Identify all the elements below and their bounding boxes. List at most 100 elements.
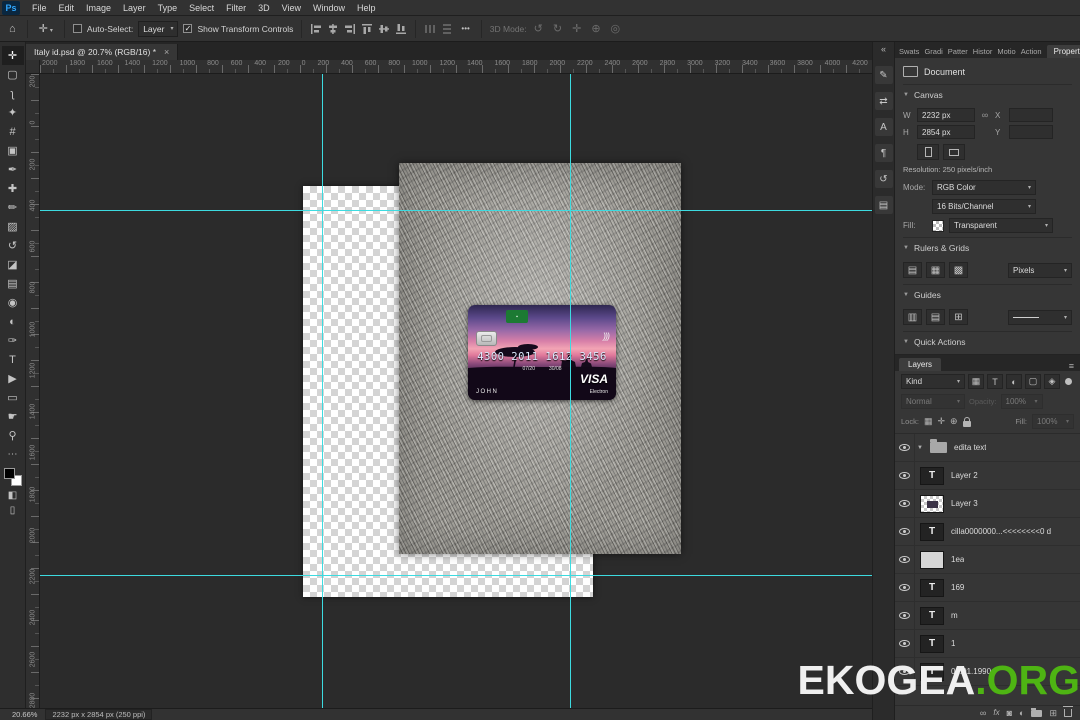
align-left-icon[interactable] xyxy=(310,23,322,35)
tool-button[interactable]: ◉ xyxy=(2,293,24,312)
menu-item[interactable]: Layer xyxy=(117,0,152,16)
show-transform-checkbox[interactable]: ✓ xyxy=(183,24,193,33)
new-group-icon[interactable] xyxy=(1031,707,1043,717)
canvas-viewport[interactable]: ▪ ))) 4300 2011 1612 3456 07/20 30/08 JOH… xyxy=(40,74,872,708)
panel-tab[interactable]: Swats xyxy=(899,47,919,58)
lock-image-icon[interactable]: ✛ xyxy=(937,416,945,427)
close-icon[interactable]: × xyxy=(164,47,169,57)
edit-toolbar-icon[interactable]: ⋯ xyxy=(8,449,18,460)
layer-row[interactable]: ▼ T 1ea xyxy=(895,546,1080,574)
tool-button[interactable]: ✦ xyxy=(2,103,24,122)
tool-button[interactable]: ⚲ xyxy=(2,426,24,445)
auto-select-checkbox[interactable] xyxy=(72,24,82,33)
menu-item[interactable]: File xyxy=(26,0,53,16)
distribute-h-icon[interactable] xyxy=(424,23,436,35)
distribute-v-icon[interactable] xyxy=(441,23,453,35)
layer-row[interactable]: ▼ T 1 xyxy=(895,630,1080,658)
tool-button[interactable]: ✒ xyxy=(2,160,24,179)
collapse-panels-icon[interactable]: « xyxy=(881,44,886,58)
link-dimensions-icon[interactable]: ∞ xyxy=(979,110,991,120)
color-mode-dropdown[interactable]: RGB Color ▾ xyxy=(932,180,1036,195)
ruler-units-dropdown[interactable]: Pixels ▾ xyxy=(1008,262,1072,278)
toggle-guides-icon[interactable]: ▥ xyxy=(903,309,922,325)
visibility-toggle[interactable] xyxy=(895,518,915,545)
layer-row[interactable]: ▼ T cilla0000000...<<<<<<<<0 d xyxy=(895,518,1080,546)
x-field[interactable] xyxy=(1009,108,1053,122)
foreground-color-swatch[interactable] xyxy=(3,468,15,479)
canvas-section-header[interactable]: ▼ Canvas xyxy=(903,84,1072,105)
visibility-toggle[interactable] xyxy=(895,658,915,685)
tool-button[interactable]: ▤ xyxy=(2,274,24,293)
tool-button[interactable]: ✑ xyxy=(2,331,24,350)
photoshop-logo-icon[interactable]: Ps xyxy=(2,0,20,15)
3d-orbit-icon[interactable]: ↺ xyxy=(531,22,546,35)
lock-guides-icon[interactable]: ▤ xyxy=(926,309,945,325)
tool-button[interactable]: ▶ xyxy=(2,369,24,388)
align-top-icon[interactable] xyxy=(361,23,373,35)
more-options-icon[interactable]: ••• xyxy=(458,24,472,33)
panel-icon[interactable]: ▤ xyxy=(874,196,893,214)
canvas-fill-dropdown[interactable]: Transparent ▾ xyxy=(949,218,1053,233)
tool-button[interactable]: ʅ xyxy=(2,84,24,103)
menu-item[interactable]: View xyxy=(276,0,307,16)
visibility-toggle[interactable] xyxy=(895,490,915,517)
tool-button[interactable]: ◪ xyxy=(2,255,24,274)
rulers-grids-section-header[interactable]: ▼ Rulers & Grids xyxy=(903,237,1072,258)
tool-button[interactable]: ▢ xyxy=(2,65,24,84)
tool-button[interactable]: T xyxy=(2,350,24,369)
fill-field[interactable]: 100% ▾ xyxy=(1032,414,1074,429)
align-center-h-icon[interactable] xyxy=(327,23,339,35)
tool-button[interactable]: ✚ xyxy=(2,179,24,198)
layer-filter-kind-dropdown[interactable]: Kind ▾ xyxy=(901,374,965,389)
guide-vertical-2[interactable] xyxy=(570,74,571,708)
tool-button[interactable]: # xyxy=(2,122,24,141)
menu-item[interactable]: Window xyxy=(307,0,351,16)
tool-button[interactable]: ✏ xyxy=(2,198,24,217)
align-bottom-icon[interactable] xyxy=(395,23,407,35)
panel-icon[interactable]: ↺ xyxy=(874,170,893,188)
y-field[interactable] xyxy=(1009,125,1053,139)
lock-position-icon[interactable]: ⊕ xyxy=(950,416,958,427)
zoom-level-field[interactable]: 20.66% xyxy=(12,710,37,719)
panel-icon[interactable]: ¶ xyxy=(874,144,893,162)
panel-menu-icon[interactable]: ≡ xyxy=(1069,361,1074,371)
menu-item[interactable]: Type xyxy=(152,0,184,16)
tool-button[interactable]: ▭ xyxy=(2,388,24,407)
panel-tab[interactable]: Patter xyxy=(948,47,968,58)
screen-mode-icon[interactable]: ▯ xyxy=(10,505,16,516)
guide-horizontal-1[interactable] xyxy=(40,210,872,211)
panel-tab[interactable]: Action xyxy=(1021,47,1042,58)
panel-icon[interactable]: ✎ xyxy=(874,66,893,84)
menu-item[interactable]: Select xyxy=(183,0,220,16)
menu-item[interactable]: Filter xyxy=(220,0,252,16)
horizontal-ruler[interactable]: 2000 1800 1600 1400 1200 1000 800 600 400 200 0 200… xyxy=(40,60,872,74)
tool-button[interactable]: ◐ xyxy=(2,312,24,331)
filter-text-layers-icon[interactable]: T xyxy=(987,374,1003,389)
ruler-origin-box[interactable] xyxy=(26,60,40,74)
toggle-rulers-icon[interactable]: ▤ xyxy=(903,262,922,278)
layer-row[interactable]: ▼ T edita text xyxy=(895,434,1080,462)
visibility-toggle[interactable] xyxy=(895,574,915,601)
panel-tab[interactable]: Gradi xyxy=(924,47,942,58)
adjustment-layer-icon[interactable]: ◐ xyxy=(1019,708,1024,718)
panel-tab[interactable]: Motio xyxy=(997,47,1015,58)
lock-transparency-icon[interactable]: ▦ xyxy=(924,416,933,427)
tool-button[interactable]: ☛ xyxy=(2,407,24,426)
panel-icon[interactable]: A xyxy=(874,118,893,136)
3d-scale-icon[interactable]: ◎ xyxy=(608,22,624,35)
menu-item[interactable]: Help xyxy=(351,0,382,16)
blend-mode-dropdown[interactable]: Normal ▾ xyxy=(901,394,965,409)
tab-layers[interactable]: Layers xyxy=(899,358,942,371)
layer-row[interactable]: ▼ T Layer 3 xyxy=(895,490,1080,518)
filter-adjustment-layers-icon[interactable]: ◐ xyxy=(1006,374,1022,389)
align-center-v-icon[interactable] xyxy=(378,23,390,35)
filter-pixel-layers-icon[interactable]: ▦ xyxy=(968,374,984,389)
tool-button[interactable]: ↺ xyxy=(2,236,24,255)
tool-button[interactable]: ✛ xyxy=(1,46,24,65)
quick-actions-section-header[interactable]: ▼ Quick Actions xyxy=(903,331,1072,352)
new-layer-icon[interactable]: ⊞ xyxy=(1049,708,1057,718)
tab-properties[interactable]: Properties xyxy=(1046,45,1080,58)
layer-row[interactable]: ▼ T m xyxy=(895,602,1080,630)
visibility-toggle[interactable] xyxy=(895,602,915,629)
3d-slide-icon[interactable]: ⊕ xyxy=(588,22,603,35)
